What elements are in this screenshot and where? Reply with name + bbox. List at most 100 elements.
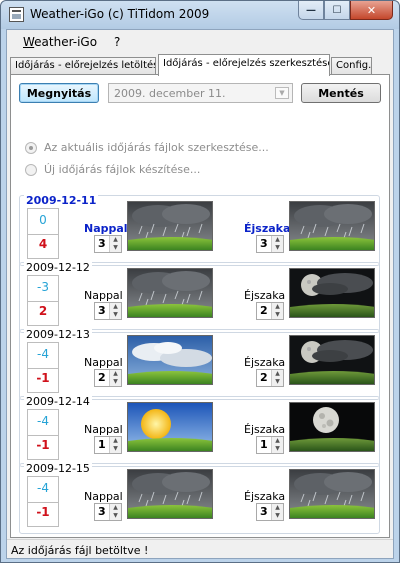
stepper-up-icon[interactable]: ▲ <box>272 504 283 512</box>
stepper-arrows[interactable]: ▲ ▼ <box>109 303 121 319</box>
maximize-button[interactable]: ☐ <box>324 1 350 20</box>
radio-create-new[interactable]: Új időjárás fájlok készítése... <box>25 163 200 176</box>
rain-cloud-icon[interactable] <box>127 469 213 519</box>
stepper-down-icon[interactable]: ▼ <box>272 512 283 520</box>
stepper-arrows[interactable]: ▲ ▼ <box>271 370 283 386</box>
stepper-arrows[interactable]: ▲ ▼ <box>271 504 283 520</box>
stepper-down-icon[interactable]: ▼ <box>272 244 283 252</box>
nighttime-label: Éjszaka <box>244 423 286 436</box>
daytime-stepper[interactable]: 3 ▲ ▼ <box>94 503 122 521</box>
nighttime-label: Éjszaka <box>244 356 286 369</box>
temp-high[interactable]: -4 <box>28 481 58 495</box>
temp-divider <box>28 301 58 302</box>
tab-config[interactable]: Config. <box>331 57 372 75</box>
temp-high[interactable]: -3 <box>28 280 58 294</box>
stepper-arrows[interactable]: ▲ ▼ <box>271 437 283 453</box>
temperature-box: 04 <box>27 208 59 259</box>
stepper-down-icon[interactable]: ▼ <box>272 445 283 453</box>
stepper-up-icon[interactable]: ▲ <box>110 504 121 512</box>
rain-cloud-icon[interactable] <box>289 469 375 519</box>
daytime-stepper[interactable]: 2 ▲ ▼ <box>94 369 122 387</box>
nighttime-stepper-value: 3 <box>260 237 268 250</box>
calendar-dropdown-icon[interactable]: ▼ <box>275 87 289 99</box>
stepper-arrows[interactable]: ▲ ▼ <box>271 236 283 252</box>
nighttime-stepper-value: 2 <box>260 371 268 384</box>
tab-forecast-download[interactable]: Időjárás - előrejelzés letöltése <box>10 57 156 75</box>
stepper-down-icon[interactable]: ▼ <box>110 244 121 252</box>
stepper-down-icon[interactable]: ▼ <box>272 311 283 319</box>
nighttime-stepper[interactable]: 2 ▲ ▼ <box>256 369 284 387</box>
save-button[interactable]: Mentés <box>301 83 381 103</box>
daytime-label: Nappal <box>84 222 128 235</box>
stepper-up-icon[interactable]: ▲ <box>110 370 121 378</box>
daytime-label: Nappal <box>84 289 123 302</box>
date-picker-value: 2009. december 11. <box>114 87 226 100</box>
moon-cloud-icon[interactable] <box>289 335 375 385</box>
daytime-stepper[interactable]: 3 ▲ ▼ <box>94 302 122 320</box>
cloudy-sky-icon[interactable] <box>127 335 213 385</box>
daytime-stepper[interactable]: 1 ▲ ▼ <box>94 436 122 454</box>
stepper-arrows[interactable]: ▲ ▼ <box>109 437 121 453</box>
menu-help[interactable]: ? <box>114 35 120 49</box>
minimize-button[interactable]: — <box>298 1 324 20</box>
stepper-up-icon[interactable]: ▲ <box>110 437 121 445</box>
stepper-up-icon[interactable]: ▲ <box>272 303 283 311</box>
stepper-up-icon[interactable]: ▲ <box>110 236 121 244</box>
temp-high[interactable]: -4 <box>28 347 58 361</box>
day-panel: 2009-12-11 0 4 Nappal 3 ▲ ▼ Éjszaka 3 ▲ ▼ <box>19 194 380 266</box>
rain-cloud-icon[interactable] <box>289 201 375 251</box>
stepper-up-icon[interactable]: ▲ <box>272 437 283 445</box>
rain-cloud-icon[interactable] <box>127 201 213 251</box>
close-button[interactable]: ✕ <box>350 1 393 20</box>
stepper-down-icon[interactable]: ▼ <box>110 311 121 319</box>
temp-low[interactable]: -1 <box>28 438 58 452</box>
daytime-stepper[interactable]: 3 ▲ ▼ <box>94 235 122 253</box>
stepper-arrows[interactable]: ▲ ▼ <box>109 236 121 252</box>
temp-low[interactable]: 2 <box>28 304 58 318</box>
radio-edit-current-dot[interactable] <box>25 141 37 154</box>
daytime-stepper-value: 1 <box>98 438 106 451</box>
radio-edit-current-label: Az aktuális időjárás fájlok szerkesztése… <box>44 141 269 154</box>
nighttime-stepper[interactable]: 1 ▲ ▼ <box>256 436 284 454</box>
stepper-arrows[interactable]: ▲ ▼ <box>109 370 121 386</box>
radio-create-new-dot[interactable] <box>25 163 37 176</box>
temp-low[interactable]: -1 <box>28 371 58 385</box>
stepper-down-icon[interactable]: ▼ <box>272 378 283 386</box>
radio-create-new-label: Új időjárás fájlok készítése... <box>44 163 201 176</box>
radio-edit-current[interactable]: Az aktuális időjárás fájlok szerkesztése… <box>25 141 269 154</box>
stepper-up-icon[interactable]: ▲ <box>110 303 121 311</box>
stepper-down-icon[interactable]: ▼ <box>110 378 121 386</box>
stepper-arrows[interactable]: ▲ ▼ <box>109 504 121 520</box>
temperature-box: -3 2 <box>27 275 59 326</box>
stepper-down-icon[interactable]: ▼ <box>110 445 121 453</box>
moon-icon[interactable] <box>289 402 375 452</box>
app-window-icon <box>9 7 24 22</box>
nighttime-stepper[interactable]: 3 ▲ ▼ <box>256 503 284 521</box>
stepper-down-icon[interactable]: ▼ <box>110 512 121 520</box>
open-button[interactable]: Megnyitás <box>19 83 99 103</box>
nighttime-label: Éjszaka <box>244 222 291 235</box>
temp-high[interactable]: -4 <box>28 414 58 428</box>
sun-icon[interactable] <box>127 402 213 452</box>
menu-weather-igo[interactable]: Weather-iGo <box>23 35 97 49</box>
temp-low[interactable]: -1 <box>28 505 58 519</box>
temp-divider <box>28 502 58 503</box>
temperature-box: -4 -1 <box>27 476 59 527</box>
tab-forecast-edit[interactable]: Időjárás - előrejelzés szerkesztése <box>158 54 330 76</box>
stepper-arrows[interactable]: ▲ ▼ <box>271 303 283 319</box>
temp-high[interactable]: 0 <box>28 213 58 227</box>
moon-cloud-icon[interactable] <box>289 268 375 318</box>
day-panel: 2009-12-13 -4 -1 Nappal 2 ▲ ▼ Éjszaka 2 ▲ ▼ <box>19 328 380 400</box>
day-panel: 2009-12-14 -4 -1 Nappal 1 ▲ ▼ Éjszaka 1 ▲ ▼ <box>19 395 380 467</box>
temp-divider <box>28 234 58 235</box>
stepper-up-icon[interactable]: ▲ <box>272 370 283 378</box>
rain-cloud-icon[interactable] <box>127 268 213 318</box>
nighttime-stepper[interactable]: 3 ▲ ▼ <box>256 235 284 253</box>
temp-low[interactable]: 4 <box>28 237 58 251</box>
date-picker[interactable]: 2009. december 11. ▼ <box>108 83 293 103</box>
title-bar[interactable]: Weather-iGo (c) TiTidom 2009 — ☐ ✕ <box>1 1 399 29</box>
daytime-label: Nappal <box>84 356 123 369</box>
nighttime-stepper[interactable]: 2 ▲ ▼ <box>256 302 284 320</box>
day-date: 2009-12-14 <box>24 395 92 408</box>
stepper-up-icon[interactable]: ▲ <box>272 236 283 244</box>
